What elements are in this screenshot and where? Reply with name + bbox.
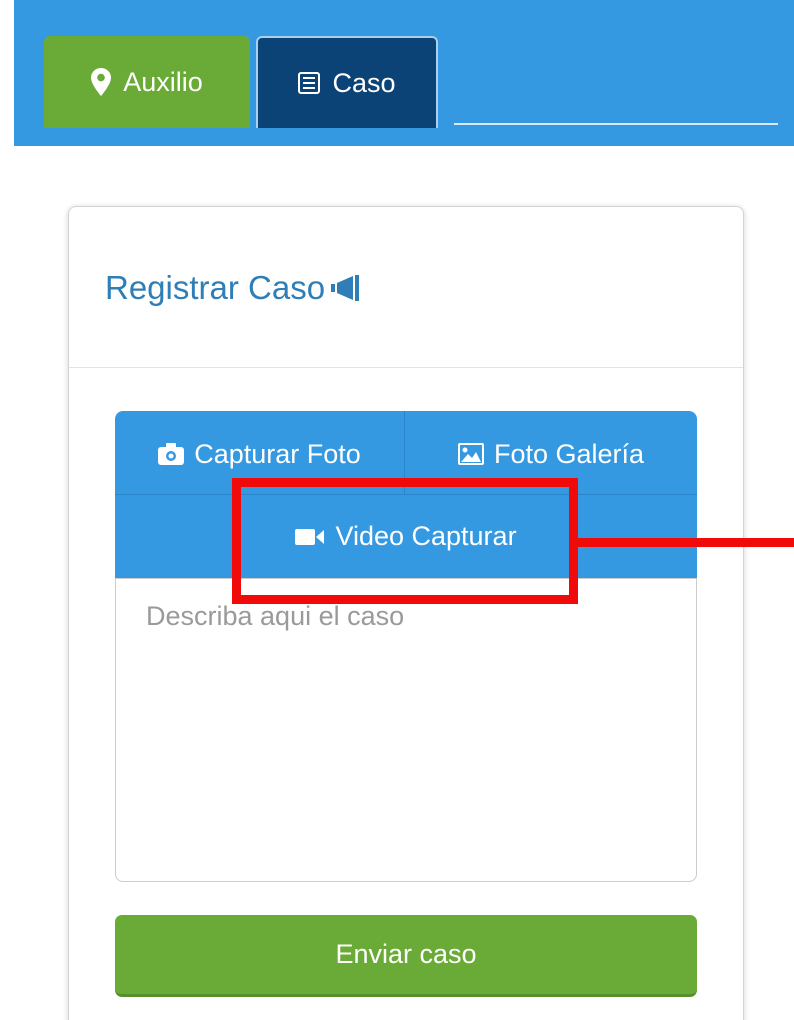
register-case-card: Registrar Caso Capturar Foto Foto Galerí… (68, 206, 744, 1020)
annotation-pointer-line (578, 538, 794, 547)
camera-icon (158, 443, 185, 465)
app-screen: Auxilio Caso Registrar Caso Capturar Fot… (0, 0, 794, 1020)
tab-auxilio-label: Auxilio (123, 66, 203, 97)
enviar-caso-button[interactable]: Enviar caso (115, 915, 697, 997)
picture-icon (457, 443, 484, 465)
list-icon (298, 72, 321, 94)
tab-caso[interactable]: Caso (256, 36, 438, 128)
megaphone-icon (331, 275, 361, 301)
header-divider (454, 123, 778, 125)
foto-galeria-label: Foto Galería (493, 438, 645, 469)
card-title: Registrar Caso (105, 269, 361, 307)
enviar-caso-label: Enviar caso (335, 939, 477, 969)
card-title-text: Registrar Caso (105, 269, 326, 306)
map-marker-icon (91, 68, 112, 96)
tab-caso-label: Caso (332, 67, 396, 98)
tab-auxilio[interactable]: Auxilio (44, 36, 250, 128)
annotation-highlight-box (232, 478, 578, 604)
card-divider (69, 367, 743, 368)
capturar-foto-label: Capturar Foto (194, 438, 361, 469)
case-description-input[interactable] (115, 578, 697, 882)
